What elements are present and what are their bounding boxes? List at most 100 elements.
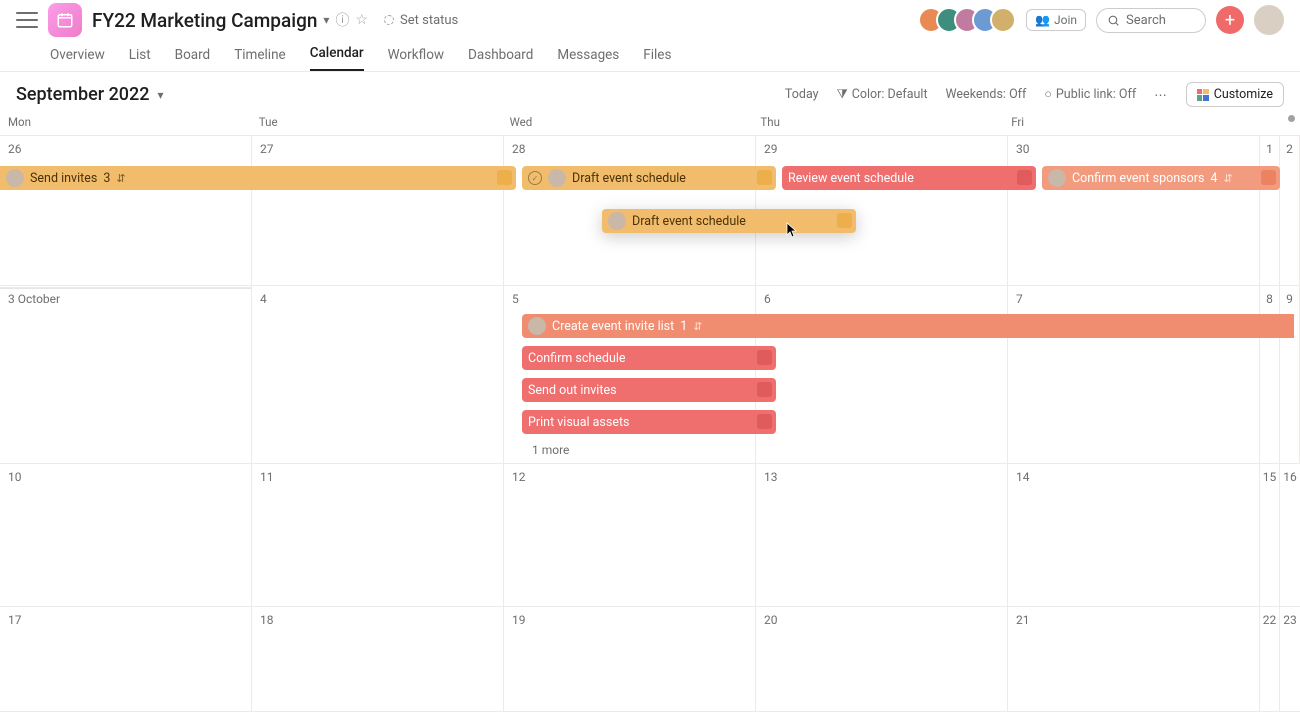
- day-col-mon: Mon: [6, 115, 257, 129]
- customize-button[interactable]: Customize: [1186, 82, 1284, 107]
- status-dot-icon: [384, 15, 394, 25]
- day-cell[interactable]: 10: [0, 464, 252, 606]
- day-cell[interactable]: 30: [1008, 136, 1260, 285]
- color-swatch: [497, 170, 512, 185]
- day-col-wed: Wed: [508, 115, 759, 129]
- task-drag-ghost[interactable]: Draft event schedule: [602, 209, 856, 233]
- add-button[interactable]: +: [1216, 6, 1244, 34]
- subtask-icon: ⇵: [116, 172, 125, 185]
- tab-board[interactable]: Board: [175, 47, 211, 71]
- day-cell[interactable]: 20: [756, 607, 1008, 711]
- day-cell-overflow[interactable]: 2: [1280, 136, 1300, 285]
- day-cell-overflow[interactable]: 23: [1280, 607, 1300, 711]
- color-swatch: [757, 382, 772, 397]
- assignee-avatar: [1048, 169, 1066, 187]
- star-icon[interactable]: ☆: [355, 12, 368, 28]
- search-placeholder: Search: [1126, 13, 1166, 28]
- tab-overview[interactable]: Overview: [50, 47, 105, 71]
- assignee-avatar: [608, 212, 626, 230]
- me-avatar[interactable]: [1254, 5, 1284, 35]
- more-tasks-link[interactable]: 1 more: [522, 443, 569, 457]
- more-options[interactable]: ⋯: [1154, 87, 1168, 103]
- avatar: [990, 7, 1016, 33]
- tab-files[interactable]: Files: [643, 47, 671, 71]
- day-cell[interactable]: 14: [1008, 464, 1260, 606]
- join-label: Join: [1054, 13, 1077, 27]
- day-cell[interactable]: 18: [252, 607, 504, 711]
- today-button[interactable]: Today: [785, 87, 819, 102]
- weekends-toggle[interactable]: Weekends: Off: [946, 87, 1027, 102]
- day-cell[interactable]: 12: [504, 464, 756, 606]
- overflow-indicator-icon: [1288, 115, 1295, 122]
- public-link-toggle[interactable]: ○ Public link: Off: [1044, 87, 1136, 102]
- week-row: 10 11 12 13 14 15 16: [0, 464, 1300, 607]
- project-title: FY22 Marketing Campaign: [92, 9, 317, 32]
- day-cell[interactable]: 26: [0, 136, 252, 285]
- day-cell[interactable]: 19: [504, 607, 756, 711]
- day-cell[interactable]: 13: [756, 464, 1008, 606]
- month-label: September 2022: [16, 84, 150, 105]
- calendar-grid: 26 27 28 29 30 1 2 Send invites 3 ⇵ ✓ Dr…: [0, 135, 1300, 712]
- filter-icon: ⧩: [837, 87, 848, 102]
- task-create-invite-list[interactable]: Create event invite list 1 ⇵: [522, 314, 1294, 338]
- menu-icon[interactable]: [16, 12, 38, 28]
- day-cell[interactable]: 27: [252, 136, 504, 285]
- week-row: 26 27 28 29 30 1 2 Send invites 3 ⇵ ✓ Dr…: [0, 136, 1300, 286]
- assignee-avatar: [528, 317, 546, 335]
- week-row: 3 October 4 5 6 7 8 9 Create event invit…: [0, 286, 1300, 464]
- color-swatch: [757, 170, 772, 185]
- tab-list[interactable]: List: [129, 47, 151, 71]
- day-col-tue: Tue: [257, 115, 508, 129]
- color-swatch: [1017, 170, 1032, 185]
- week-row: 17 18 19 20 21 22 23: [0, 607, 1300, 712]
- day-cell[interactable]: 3 October: [0, 286, 252, 463]
- day-cell[interactable]: 6: [756, 286, 1008, 463]
- day-cell[interactable]: 4: [252, 286, 504, 463]
- tab-messages[interactable]: Messages: [557, 47, 619, 71]
- join-button[interactable]: 👥 Join: [1026, 9, 1086, 31]
- tabs: Overview List Board Timeline Calendar Wo…: [0, 40, 1300, 72]
- task-send-out-invites[interactable]: Send out invites: [522, 378, 776, 402]
- day-cell[interactable]: 5: [504, 286, 756, 463]
- day-cell-overflow[interactable]: 1: [1260, 136, 1280, 285]
- assignee-avatar: [6, 169, 24, 187]
- people-icon: 👥: [1035, 13, 1050, 27]
- day-cell[interactable]: 11: [252, 464, 504, 606]
- chevron-down-icon: ▾: [158, 88, 164, 102]
- grid-icon: [1197, 89, 1209, 101]
- task-draft-schedule[interactable]: ✓ Draft event schedule: [522, 166, 776, 190]
- check-icon: ✓: [528, 171, 542, 185]
- task-send-invites[interactable]: Send invites 3 ⇵: [0, 166, 516, 190]
- tab-timeline[interactable]: Timeline: [234, 47, 286, 71]
- day-cell-overflow[interactable]: 8: [1260, 286, 1280, 463]
- subtask-icon: ⇵: [693, 320, 702, 333]
- tab-workflow[interactable]: Workflow: [388, 47, 444, 71]
- set-status-button[interactable]: Set status: [378, 11, 464, 30]
- task-confirm-schedule[interactable]: Confirm schedule: [522, 346, 776, 370]
- day-cell-overflow[interactable]: 9: [1280, 286, 1300, 463]
- tab-dashboard[interactable]: Dashboard: [468, 47, 533, 71]
- color-swatch: [757, 350, 772, 365]
- color-swatch: [1261, 170, 1276, 185]
- task-print-assets[interactable]: Print visual assets: [522, 410, 776, 434]
- search-input[interactable]: Search: [1096, 8, 1206, 33]
- project-menu-chevron[interactable]: ▾: [323, 13, 329, 27]
- info-icon[interactable]: ⓘ: [335, 10, 349, 30]
- search-icon: [1107, 14, 1120, 27]
- assignee-avatar: [548, 169, 566, 187]
- task-review-schedule[interactable]: Review event schedule: [782, 166, 1036, 190]
- task-confirm-sponsors[interactable]: Confirm event sponsors 4 ⇵: [1042, 166, 1280, 190]
- link-icon: ○: [1044, 87, 1052, 102]
- month-picker[interactable]: September 2022 ▾: [16, 84, 164, 105]
- day-col-fri: Fri: [1009, 115, 1260, 129]
- day-cell-overflow[interactable]: 16: [1280, 464, 1300, 606]
- day-cell-overflow[interactable]: 15: [1260, 464, 1280, 606]
- color-filter[interactable]: ⧩ Color: Default: [837, 87, 928, 102]
- day-cell[interactable]: 7: [1008, 286, 1260, 463]
- status-label: Set status: [400, 13, 458, 28]
- member-avatars[interactable]: [918, 7, 1016, 33]
- tab-calendar[interactable]: Calendar: [310, 45, 364, 71]
- day-cell[interactable]: 21: [1008, 607, 1260, 711]
- day-cell-overflow[interactable]: 22: [1260, 607, 1280, 711]
- day-cell[interactable]: 17: [0, 607, 252, 711]
